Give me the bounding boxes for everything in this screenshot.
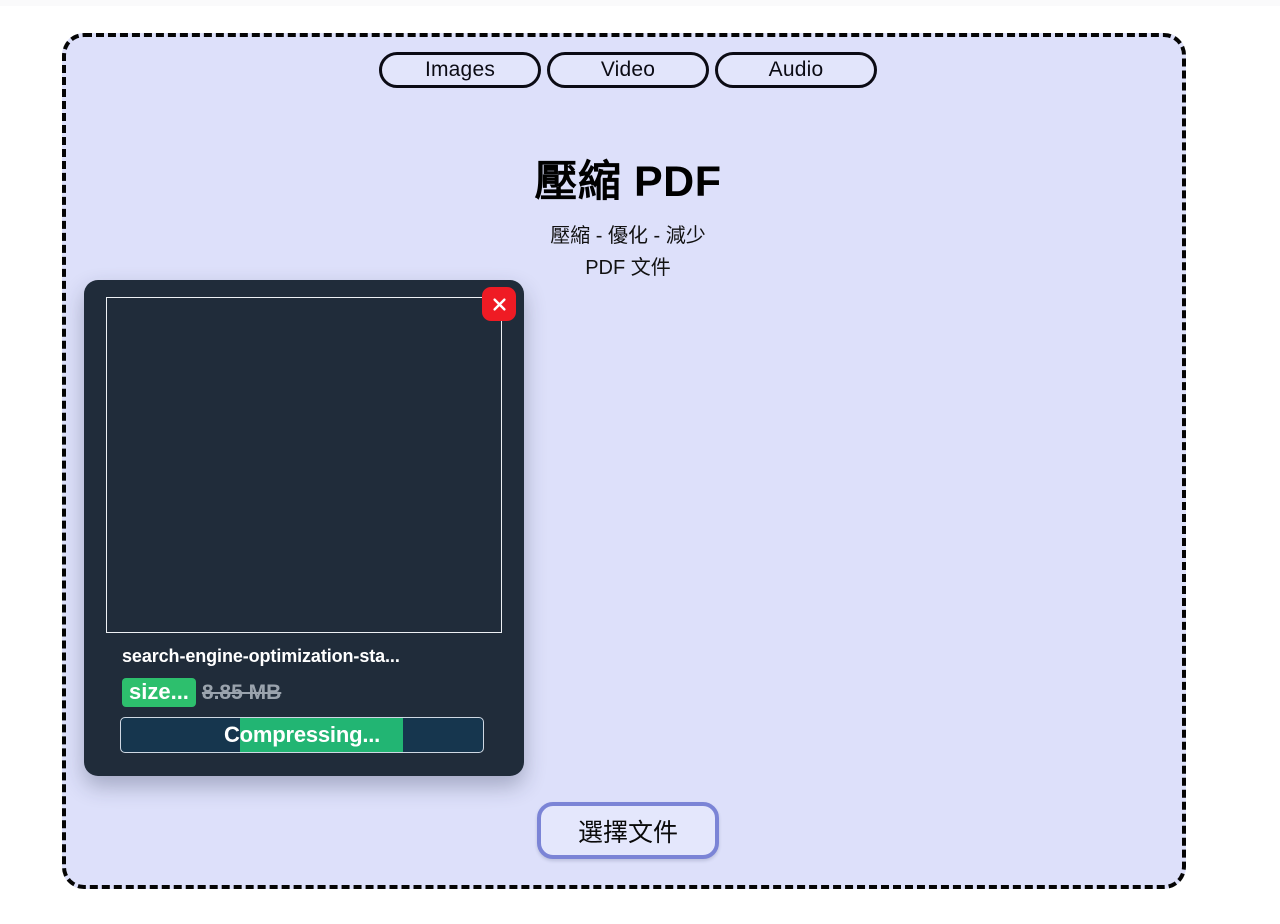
progress-label: Compressing...	[223, 722, 381, 747]
close-icon[interactable]	[482, 287, 516, 321]
file-preview-thumbnail	[106, 297, 502, 633]
file-card: search-engine-optimization-sta... size..…	[84, 280, 524, 776]
page-title: 壓縮 PDF	[534, 158, 722, 206]
tab-images-label: Images	[424, 58, 496, 81]
file-name: search-engine-optimization-sta...	[122, 646, 400, 666]
tab-audio-label: Audio	[768, 58, 824, 81]
choose-file-button[interactable]: 選擇文件	[537, 802, 719, 859]
tab-images[interactable]: Images	[379, 52, 541, 88]
file-dropzone[interactable]: Images Video Audio 壓縮 PDF 壓縮 - 優化 - 減少 P…	[62, 33, 1186, 889]
compression-progress-bar: Compressing...	[120, 717, 484, 753]
size-badge: size...	[122, 678, 196, 708]
subtitle-line-1: 壓縮 - 優化 - 減少	[550, 225, 706, 247]
tab-video-label: Video	[600, 58, 656, 81]
tab-audio[interactable]: Audio	[715, 52, 877, 88]
choose-file-label: 選擇文件	[577, 818, 678, 847]
file-size-row: size... 8.85 MB	[122, 678, 282, 708]
media-type-tabs: Images Video Audio	[66, 52, 1190, 88]
top-band	[0, 0, 1280, 6]
tab-video[interactable]: Video	[547, 52, 709, 88]
original-size: 8.85 MB	[201, 680, 282, 704]
page-subtitle: 壓縮 - 優化 - 減少 PDF 文件	[66, 220, 1190, 284]
